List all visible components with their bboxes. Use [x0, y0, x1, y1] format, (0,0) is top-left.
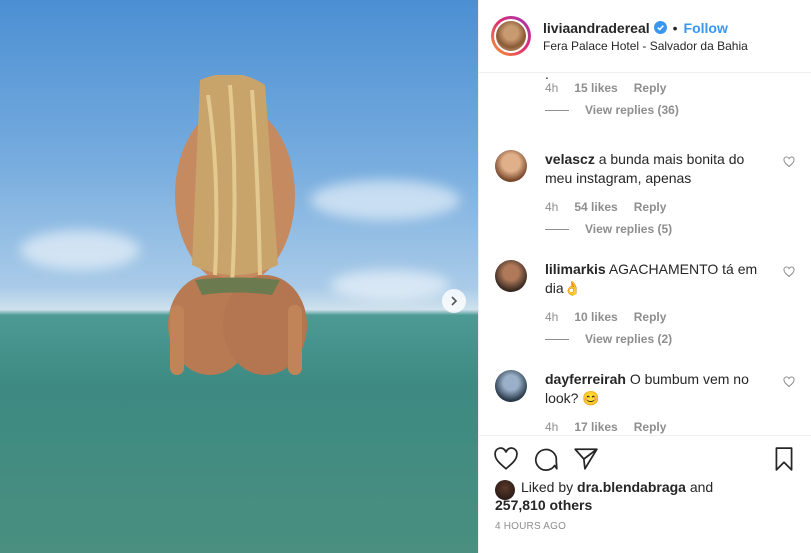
- view-replies-button[interactable]: View replies (5): [545, 222, 672, 236]
- post-header: liviaandradereal • Follow Fera Palace Ho…: [479, 0, 811, 73]
- view-replies-label: View replies (36): [585, 103, 679, 117]
- carousel-next-button[interactable]: [442, 289, 466, 313]
- view-replies-label: View replies (2): [585, 332, 673, 346]
- commenter-username[interactable]: velascz: [545, 151, 595, 167]
- heart-icon[interactable]: [783, 376, 795, 388]
- comment-likes[interactable]: 15 likes: [574, 81, 617, 95]
- replies-line: [545, 338, 569, 340]
- commenter-avatar[interactable]: [495, 260, 527, 292]
- cloud: [20, 230, 140, 270]
- view-replies-label: View replies (5): [585, 222, 673, 236]
- comment-item: dayferreirah O bumbum vem no look? 😊 4h …: [495, 370, 795, 435]
- reply-button[interactable]: Reply: [634, 310, 667, 324]
- heart-icon[interactable]: [783, 156, 795, 168]
- commenter-avatar[interactable]: [495, 370, 527, 402]
- author-username[interactable]: liviaandradereal: [543, 20, 650, 36]
- post-timestamp[interactable]: 4 HOURS AGO: [495, 521, 566, 532]
- author-avatar[interactable]: [491, 16, 531, 56]
- comment-meta: 4h 15 likes Reply: [545, 81, 666, 95]
- bookmark-icon[interactable]: [771, 446, 797, 472]
- comment-item: lilimarkis AGACHAMENTO tá em dia👌 4h 10 …: [495, 260, 795, 350]
- comment-content: velascz a bunda mais bonita do meu insta…: [545, 150, 765, 188]
- comment-likes[interactable]: 17 likes: [574, 420, 617, 434]
- avatar-image: [496, 21, 526, 51]
- view-replies-button[interactable]: View replies (2): [545, 332, 672, 346]
- comment-item: . 4h 15 likes Reply View replies (36): [495, 73, 795, 133]
- comment-likes[interactable]: 10 likes: [574, 310, 617, 324]
- reply-button[interactable]: Reply: [634, 81, 667, 95]
- view-replies-button[interactable]: View replies (36): [545, 103, 679, 117]
- reply-button[interactable]: Reply: [634, 420, 667, 434]
- cloud: [310, 180, 460, 220]
- share-send-icon[interactable]: [573, 446, 599, 472]
- comment-time: 4h: [545, 81, 559, 95]
- comment-meta: 4h 54 likes Reply: [545, 200, 666, 214]
- replies-line: [545, 109, 569, 111]
- likes-summary: Liked by dra.blendabraga and 257,810 oth…: [495, 478, 795, 514]
- liked-by-middle: and: [685, 479, 714, 495]
- comment-time: 4h: [545, 200, 559, 214]
- cloud: [330, 270, 450, 300]
- comment-meta: 4h 17 likes Reply: [545, 420, 666, 434]
- comment-item: velascz a bunda mais bonita do meu insta…: [495, 150, 795, 240]
- comment-time: 4h: [545, 310, 559, 324]
- likes-count-row: 257,810 others: [495, 496, 795, 514]
- commenter-username[interactable]: lilimarkis: [545, 261, 606, 277]
- comment-time: 4h: [545, 420, 559, 434]
- comment-content: dayferreirah O bumbum vem no look? 😊: [545, 370, 765, 408]
- post-photo[interactable]: [0, 0, 478, 553]
- like-heart-icon[interactable]: [493, 446, 519, 472]
- header-row: liviaandradereal • Follow: [543, 20, 748, 36]
- commenter-username[interactable]: dayferreirah: [545, 371, 626, 387]
- instagram-post-view: liviaandradereal • Follow Fera Palace Ho…: [0, 0, 811, 553]
- photo-subject: [168, 75, 307, 375]
- liker-avatar[interactable]: [495, 480, 515, 500]
- comments-list[interactable]: . 4h 15 likes Reply View replies (36) ve…: [479, 73, 811, 435]
- likes-count[interactable]: 257,810 others: [495, 497, 592, 513]
- comment-bubble-icon[interactable]: [533, 446, 559, 472]
- reply-button[interactable]: Reply: [634, 200, 667, 214]
- comment-content: lilimarkis AGACHAMENTO tá em dia👌: [545, 260, 765, 298]
- likes-text: Liked by dra.blendabraga and: [521, 478, 795, 496]
- liked-by-prefix: Liked by: [521, 479, 578, 495]
- separator-dot: •: [672, 19, 678, 36]
- chevron-right-icon: [451, 296, 458, 306]
- post-location[interactable]: Fera Palace Hotel - Salvador da Bahia: [543, 39, 748, 53]
- avatar-frame: [494, 19, 528, 53]
- comment-likes[interactable]: 54 likes: [574, 200, 617, 214]
- follow-button[interactable]: Follow: [684, 20, 728, 36]
- liker-username[interactable]: dra.blendabraga: [577, 479, 686, 495]
- commenter-avatar[interactable]: [495, 150, 527, 182]
- verified-badge-icon: [653, 21, 667, 34]
- post-side-panel: liviaandradereal • Follow Fera Palace Ho…: [478, 0, 811, 553]
- replies-line: [545, 228, 569, 230]
- comment-meta: 4h 10 likes Reply: [545, 310, 666, 324]
- header-text: liviaandradereal • Follow Fera Palace Ho…: [543, 20, 748, 53]
- heart-icon[interactable]: [783, 266, 795, 278]
